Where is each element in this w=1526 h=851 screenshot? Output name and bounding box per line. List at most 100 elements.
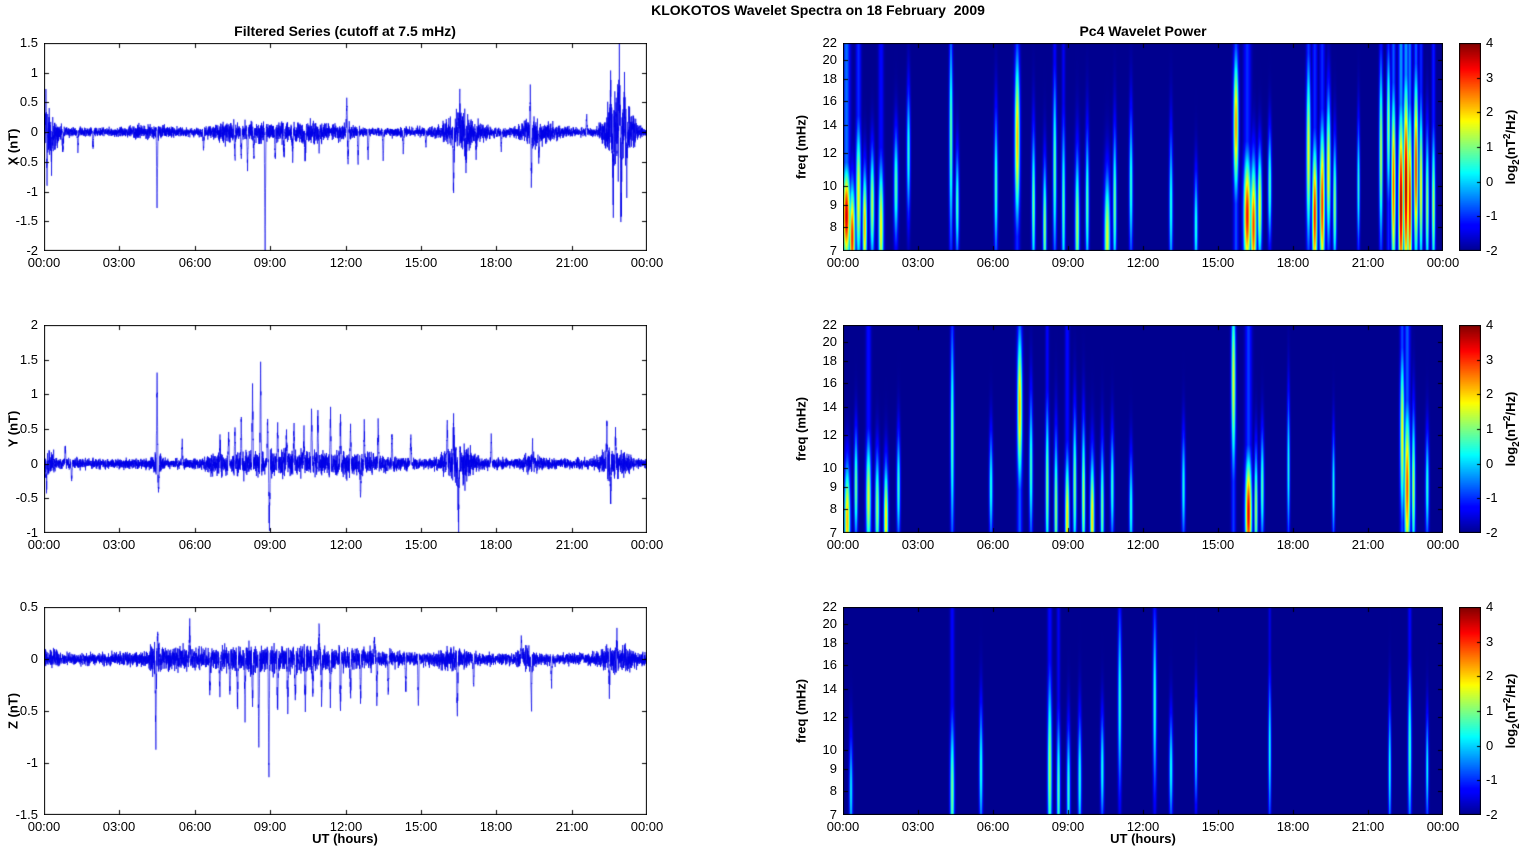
colorbar-tick-label: 1	[1486, 703, 1494, 718]
freq-tick-label: 16	[822, 93, 837, 108]
z-series-plot	[44, 607, 647, 815]
x-tick-label: 06:00	[178, 537, 212, 552]
x-tick-label: 00:00	[27, 255, 61, 270]
x-tick-label: 12:00	[329, 255, 363, 270]
figure-title: KLOKOTOS Wavelet Spectra on 18 February …	[651, 2, 985, 18]
x-tick-label: 15:00	[404, 819, 438, 834]
y-tick-label: 0	[30, 456, 38, 471]
freq-tick-label: 18	[822, 635, 837, 650]
x-tick-label: 09:00	[1051, 255, 1085, 270]
colorbar-tick-label: 0	[1486, 738, 1494, 753]
colorbar-tick-label: 4	[1486, 317, 1494, 332]
freq-tick-label: 12	[822, 145, 837, 160]
x-tick-label: 15:00	[1201, 819, 1235, 834]
colorbar-tick-label: 3	[1486, 70, 1494, 85]
x-tick-label: 21:00	[555, 537, 589, 552]
freq-tick-label: 22	[822, 599, 837, 614]
x-tick-label: 18:00	[1276, 537, 1310, 552]
y-tick-label: 0	[30, 124, 38, 139]
y-tick-label: 1	[30, 386, 38, 401]
y-tick-label: 0.5	[19, 421, 38, 436]
x-wavelet-spectrogram	[843, 43, 1443, 251]
x-tick-label: 03:00	[102, 537, 136, 552]
y-tick-label: 2	[30, 317, 38, 332]
freq-tick-label: 22	[822, 35, 837, 50]
y-tick-label: -0.5	[15, 703, 38, 718]
colorbar-tick-label: 3	[1486, 352, 1494, 367]
freq-tick-label: 20	[822, 616, 837, 631]
x-tick-label: 03:00	[102, 819, 136, 834]
x-tick-label: 09:00	[253, 537, 287, 552]
colorbar-tick-label: -2	[1486, 807, 1498, 822]
x-tick-label: 12:00	[1126, 819, 1160, 834]
freq-tick-label: 9	[829, 479, 837, 494]
right-column-title: Pc4 Wavelet Power	[1079, 23, 1207, 39]
freq-tick-label: 9	[829, 197, 837, 212]
y-tick-label: 0.5	[19, 599, 38, 614]
x-tick-label: 06:00	[976, 819, 1010, 834]
y-series-plot	[44, 325, 647, 533]
colorbar-tick-label: -1	[1486, 490, 1498, 505]
x-tick-label: 09:00	[253, 819, 287, 834]
colorbar-label-subscript: 2	[1511, 441, 1522, 447]
freq-tick-label: 12	[822, 427, 837, 442]
freq-tick-label: 8	[829, 219, 837, 234]
freq-tick-label: 14	[822, 681, 837, 696]
colorbar-tick-label: 1	[1486, 139, 1494, 154]
x-tick-label: 12:00	[329, 537, 363, 552]
y-tick-label: -1	[26, 184, 38, 199]
x-tick-label: 00:00	[826, 537, 860, 552]
colorbar-tick-label: -2	[1486, 243, 1498, 258]
freq-tick-label: 12	[822, 709, 837, 724]
x-tick-label: 21:00	[555, 819, 589, 834]
x-tick-label: 09:00	[1051, 819, 1085, 834]
x-tick-label: 09:00	[1051, 537, 1085, 552]
x-tick-label: 09:00	[253, 255, 287, 270]
x-tick-label: 06:00	[976, 537, 1010, 552]
x-tick-label: 21:00	[1351, 819, 1385, 834]
colorbar-tick-label: 1	[1486, 421, 1494, 436]
x-tick-label: 18:00	[479, 255, 513, 270]
x-tick-label: 12:00	[1126, 255, 1160, 270]
freq-tick-label: 10	[822, 460, 837, 475]
x-tick-label: 00:00	[1426, 819, 1460, 834]
freq-tick-label: 8	[829, 501, 837, 516]
x-tick-label: 21:00	[1351, 537, 1385, 552]
freq-tick-label: 16	[822, 657, 837, 672]
colorbar-tick-label: 2	[1486, 386, 1494, 401]
y-tick-label: -1.5	[15, 213, 38, 228]
wavelet-spectra-figure: KLOKOTOS Wavelet Spectra on 18 February …	[0, 0, 1526, 851]
x-tick-label: 18:00	[1276, 255, 1310, 270]
y-tick-label: 1.5	[19, 352, 38, 367]
x-tick-label: 15:00	[404, 537, 438, 552]
freq-tick-label: 10	[822, 178, 837, 193]
freq-tick-label: 20	[822, 334, 837, 349]
colorbar-tick-label: 2	[1486, 668, 1494, 683]
colorbar-tick-label: -2	[1486, 525, 1498, 540]
x-tick-label: 00:00	[630, 819, 664, 834]
y-tick-label: 0.5	[19, 94, 38, 109]
x-tick-label: 00:00	[27, 819, 61, 834]
y-tick-label: -1	[26, 755, 38, 770]
x-tick-label: 12:00	[329, 819, 363, 834]
x-tick-label: 18:00	[479, 819, 513, 834]
x-tick-label: 03:00	[901, 537, 935, 552]
colorbar-z	[1459, 607, 1481, 815]
freq-tick-label: 14	[822, 117, 837, 132]
freq-tick-label: 18	[822, 71, 837, 86]
x-tick-label: 00:00	[826, 255, 860, 270]
colorbar-tick-label: -1	[1486, 772, 1498, 787]
x-tick-label: 00:00	[1426, 255, 1460, 270]
left-column-title: Filtered Series (cutoff at 7.5 mHz)	[234, 23, 456, 39]
freq-tick-label: 16	[822, 375, 837, 390]
x-tick-label: 15:00	[1201, 255, 1235, 270]
x-tick-label: 12:00	[1126, 537, 1160, 552]
freq-tick-label: 22	[822, 317, 837, 332]
x-tick-label: 06:00	[976, 255, 1010, 270]
x-tick-label: 03:00	[901, 819, 935, 834]
y-tick-label: 1.5	[19, 35, 38, 50]
freq-tick-label: 9	[829, 761, 837, 776]
x-tick-label: 18:00	[1276, 819, 1310, 834]
z-wavelet-spectrogram	[843, 607, 1443, 815]
x-tick-label: 06:00	[178, 819, 212, 834]
